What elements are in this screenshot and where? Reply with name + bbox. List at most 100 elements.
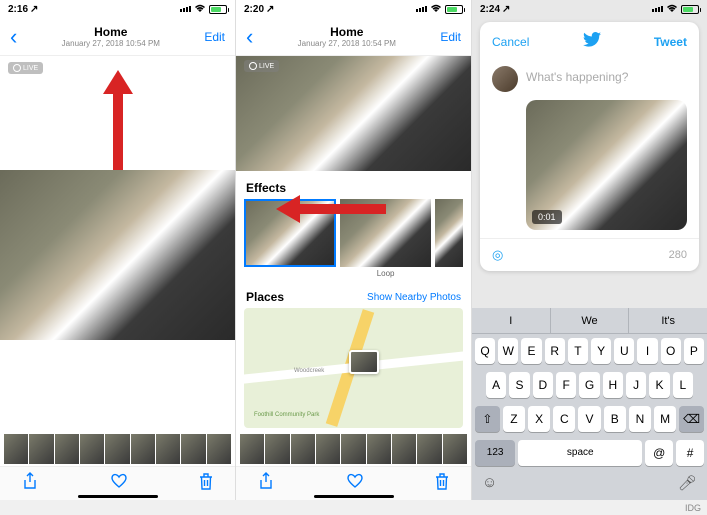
main-photo[interactable]	[236, 56, 471, 171]
key-i[interactable]: I	[637, 338, 657, 364]
key-e[interactable]: E	[521, 338, 541, 364]
heart-icon[interactable]	[346, 473, 364, 494]
thumbnail[interactable]	[291, 434, 315, 464]
emoji-key[interactable]: ☺	[482, 474, 497, 492]
edit-button[interactable]: Edit	[204, 30, 225, 44]
map[interactable]: Woodcreek Foothill Community Park	[244, 308, 463, 428]
edit-button[interactable]: Edit	[440, 30, 461, 44]
thumbnail-strip[interactable]	[0, 434, 235, 464]
key-s[interactable]: S	[509, 372, 529, 398]
key-y[interactable]: Y	[591, 338, 611, 364]
thumbnail[interactable]	[443, 434, 467, 464]
signal-icon	[416, 6, 427, 12]
thumbnail[interactable]	[240, 434, 264, 464]
key-o[interactable]: O	[661, 338, 681, 364]
swipe-up-arrow-annotation	[103, 70, 133, 170]
heart-icon[interactable]	[110, 473, 128, 494]
trash-icon[interactable]	[435, 473, 449, 495]
backspace-key[interactable]: ⌫	[679, 406, 704, 432]
thumbnail[interactable]	[131, 434, 155, 464]
live-badge: LIVE	[244, 60, 279, 72]
back-button[interactable]: ‹	[246, 24, 253, 50]
key-v[interactable]: V	[578, 406, 600, 432]
compose-card: Cancel Tweet What's happening? 0:01 ◎ 28…	[480, 22, 699, 271]
key-u[interactable]: U	[614, 338, 634, 364]
hash-key[interactable]: #	[676, 440, 704, 466]
keyboard: I We It's QWERTYUIOP ASDFGHJKL ⇧ ZXCVBNM…	[472, 308, 707, 500]
nav-subtitle: January 27, 2018 10:54 PM	[298, 39, 396, 48]
thumbnail[interactable]	[341, 434, 365, 464]
map-park-label: Foothill Community Park	[254, 412, 319, 418]
trash-icon[interactable]	[199, 473, 213, 495]
nav-title: Home	[62, 25, 160, 39]
key-f[interactable]: F	[556, 372, 576, 398]
key-l[interactable]: L	[673, 372, 693, 398]
thumbnail-strip[interactable]	[236, 434, 471, 464]
recent-app-icon: ↗	[30, 4, 38, 15]
thumbnail[interactable]	[4, 434, 28, 464]
key-x[interactable]: X	[528, 406, 550, 432]
thumbnail[interactable]	[181, 434, 205, 464]
thumbnail[interactable]	[367, 434, 391, 464]
key-n[interactable]: N	[629, 406, 651, 432]
suggestion[interactable]: It's	[629, 308, 707, 333]
shift-key[interactable]: ⇧	[475, 406, 500, 432]
key-g[interactable]: G	[579, 372, 599, 398]
thumbnail[interactable]	[207, 434, 231, 464]
key-b[interactable]: B	[604, 406, 626, 432]
keyboard-row: ⇧ ZXCVBNM ⌫	[472, 402, 707, 436]
status-bar: 2:20↗	[236, 0, 471, 18]
twitter-logo-icon	[583, 32, 601, 52]
key-h[interactable]: H	[603, 372, 623, 398]
thumbnail[interactable]	[105, 434, 129, 464]
key-k[interactable]: K	[649, 372, 669, 398]
keyboard-row: ASDFGHJKL	[472, 368, 707, 402]
wifi-icon	[194, 4, 206, 15]
mic-key[interactable]: 🎤︎	[678, 474, 697, 492]
recent-app-icon: ↗	[502, 4, 510, 15]
thumbnail[interactable]	[156, 434, 180, 464]
location-icon[interactable]: ◎	[492, 247, 503, 263]
nav-title: Home	[298, 25, 396, 39]
home-indicator[interactable]	[314, 495, 394, 498]
key-w[interactable]: W	[498, 338, 518, 364]
thumbnail[interactable]	[316, 434, 340, 464]
suggestion[interactable]: I	[472, 308, 551, 333]
numbers-key[interactable]: 123	[475, 440, 515, 466]
key-d[interactable]: D	[533, 372, 553, 398]
key-q[interactable]: Q	[475, 338, 495, 364]
thumbnail[interactable]	[265, 434, 289, 464]
thumbnail[interactable]	[392, 434, 416, 464]
battery-icon	[209, 5, 227, 14]
media-duration: 0:01	[532, 210, 562, 224]
key-m[interactable]: M	[654, 406, 676, 432]
key-a[interactable]: A	[486, 372, 506, 398]
home-indicator[interactable]	[78, 495, 158, 498]
avatar	[492, 66, 518, 92]
thumbnail[interactable]	[417, 434, 441, 464]
key-r[interactable]: R	[545, 338, 565, 364]
key-z[interactable]: Z	[503, 406, 525, 432]
space-key[interactable]: space	[518, 440, 642, 466]
compose-input[interactable]: What's happening?	[526, 66, 628, 92]
cancel-button[interactable]: Cancel	[492, 35, 529, 49]
share-icon[interactable]	[22, 472, 38, 495]
thumbnail[interactable]	[55, 434, 79, 464]
share-icon[interactable]	[258, 472, 274, 495]
key-p[interactable]: P	[684, 338, 704, 364]
key-t[interactable]: T	[568, 338, 588, 364]
key-c[interactable]: C	[553, 406, 575, 432]
back-button[interactable]: ‹	[10, 24, 17, 50]
effect-tile-bounce[interactable]	[435, 199, 463, 278]
thumbnail[interactable]	[80, 434, 104, 464]
tweet-button[interactable]: Tweet	[654, 35, 687, 49]
main-photo[interactable]	[0, 170, 235, 340]
key-j[interactable]: J	[626, 372, 646, 398]
map-photo-pin[interactable]	[349, 350, 379, 374]
image-credit: IDG	[685, 503, 701, 513]
show-nearby-link[interactable]: Show Nearby Photos	[367, 292, 461, 303]
thumbnail[interactable]	[29, 434, 53, 464]
attached-media[interactable]: 0:01	[526, 100, 687, 230]
at-key[interactable]: @	[645, 440, 673, 466]
suggestion[interactable]: We	[551, 308, 630, 333]
